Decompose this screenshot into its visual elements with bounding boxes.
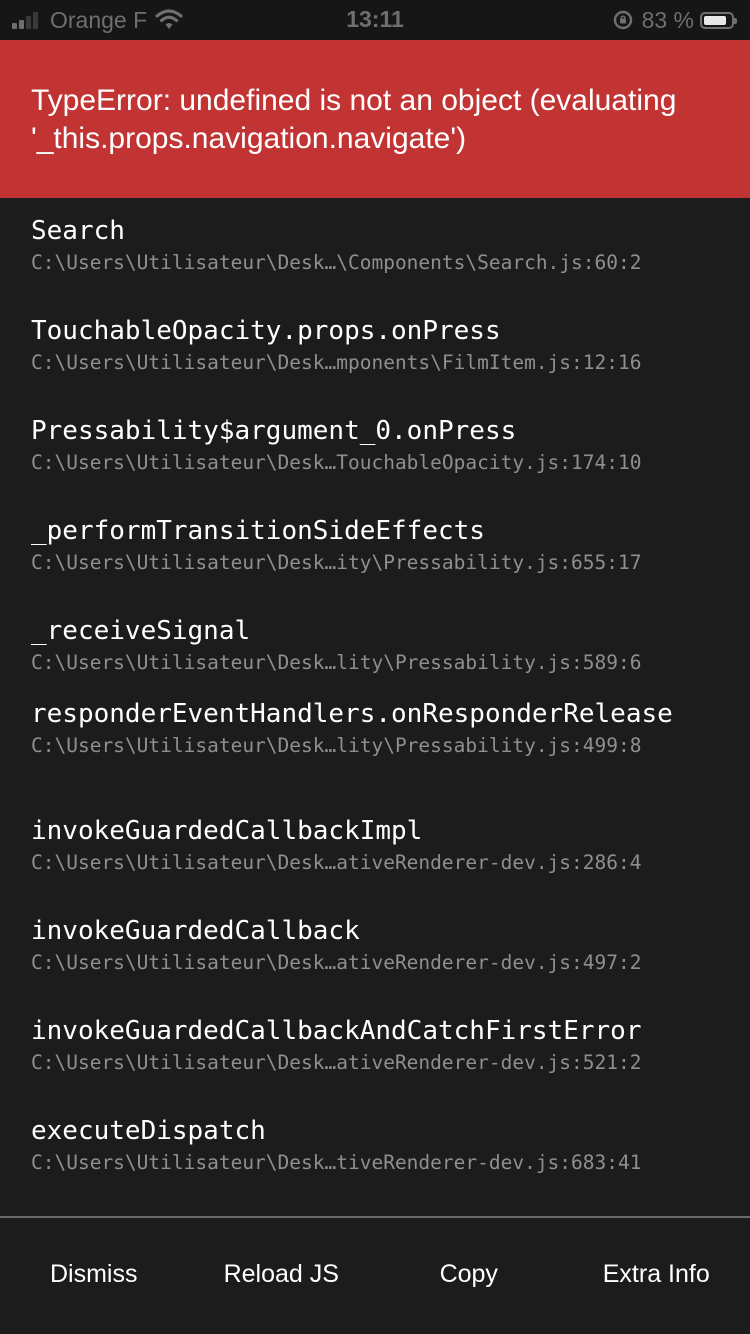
- error-message: TypeError: undefined is not an object (e…: [31, 84, 677, 155]
- orientation-lock-icon: [613, 10, 632, 30]
- frame-method: responderEventHandlers.onResponderReleas…: [31, 699, 673, 729]
- frame-method: _receiveSignal: [31, 616, 251, 646]
- frame-file: C:\Users\Utilisateur\Desk…ativeRenderer-…: [31, 1051, 642, 1074]
- frame-method: executeDispatch: [31, 1116, 266, 1146]
- frame-file: C:\Users\Utilisateur\Desk…TouchableOpaci…: [31, 451, 642, 474]
- reload-js-button[interactable]: Reload JS: [188, 1218, 376, 1334]
- stack-frame[interactable]: invokeGuardedCallbackAndCatchFirstError …: [31, 1014, 731, 1078]
- frame-method: invokeGuardedCallbackAndCatchFirstError: [31, 1016, 642, 1046]
- frame-file: C:\Users\Utilisateur\Desk…tiveRenderer-d…: [31, 1151, 642, 1174]
- copy-button[interactable]: Copy: [375, 1218, 563, 1334]
- stack-frame[interactable]: Search C:\Users\Utilisateur\Desk…\Compon…: [31, 214, 731, 278]
- stack-frame[interactable]: Pressability$argument_0.onPress C:\Users…: [31, 414, 731, 478]
- frame-method: invokeGuardedCallback: [31, 916, 360, 946]
- stack-frame[interactable]: TouchableOpacity.props.onPress C:\Users\…: [31, 314, 731, 378]
- stack-frame[interactable]: responderEventHandlers.onResponderReleas…: [31, 697, 731, 761]
- frame-method: Pressability$argument_0.onPress: [31, 416, 517, 446]
- frame-file: C:\Users\Utilisateur\Desk…mponents\FilmI…: [31, 351, 642, 374]
- error-toolbar: Dismiss Reload JS Copy Extra Info: [0, 1216, 750, 1334]
- frame-file: C:\Users\Utilisateur\Desk…\Components\Se…: [31, 251, 642, 274]
- stack-trace[interactable]: Search C:\Users\Utilisateur\Desk…\Compon…: [0, 198, 750, 1216]
- frame-file: C:\Users\Utilisateur\Desk…ativeRenderer-…: [31, 951, 642, 974]
- frame-file: C:\Users\Utilisateur\Desk…ativeRenderer-…: [31, 851, 642, 874]
- status-bar: Orange F 13:11 83 %: [0, 0, 750, 40]
- error-header: TypeError: undefined is not an object (e…: [0, 40, 750, 198]
- stack-frame[interactable]: invokeGuardedCallback C:\Users\Utilisate…: [31, 914, 731, 978]
- frame-file: C:\Users\Utilisateur\Desk…lity\Pressabil…: [31, 651, 642, 674]
- frame-method: _performTransitionSideEffects: [31, 516, 485, 546]
- stack-frame[interactable]: invokeGuardedCallbackImpl C:\Users\Utili…: [31, 814, 731, 878]
- frame-method: Search: [31, 216, 125, 246]
- battery-level: [704, 15, 726, 25]
- dismiss-button[interactable]: Dismiss: [0, 1218, 188, 1334]
- status-bar-right: 83 %: [612, 6, 737, 34]
- battery-percent: 83 %: [641, 6, 694, 33]
- stack-frame[interactable]: executeDispatch C:\Users\Utilisateur\Des…: [31, 1114, 731, 1178]
- frame-method: invokeGuardedCallbackImpl: [31, 816, 423, 846]
- frame-file: C:\Users\Utilisateur\Desk…ity\Pressabili…: [31, 551, 642, 574]
- frame-file: C:\Users\Utilisateur\Desk…lity\Pressabil…: [31, 734, 642, 757]
- stack-frame[interactable]: _performTransitionSideEffects C:\Users\U…: [31, 514, 731, 578]
- extra-info-button[interactable]: Extra Info: [563, 1218, 750, 1334]
- frame-method: TouchableOpacity.props.onPress: [31, 316, 501, 346]
- stack-frame[interactable]: _receiveSignal C:\Users\Utilisateur\Desk…: [31, 614, 731, 678]
- battery-icon: [700, 11, 737, 29]
